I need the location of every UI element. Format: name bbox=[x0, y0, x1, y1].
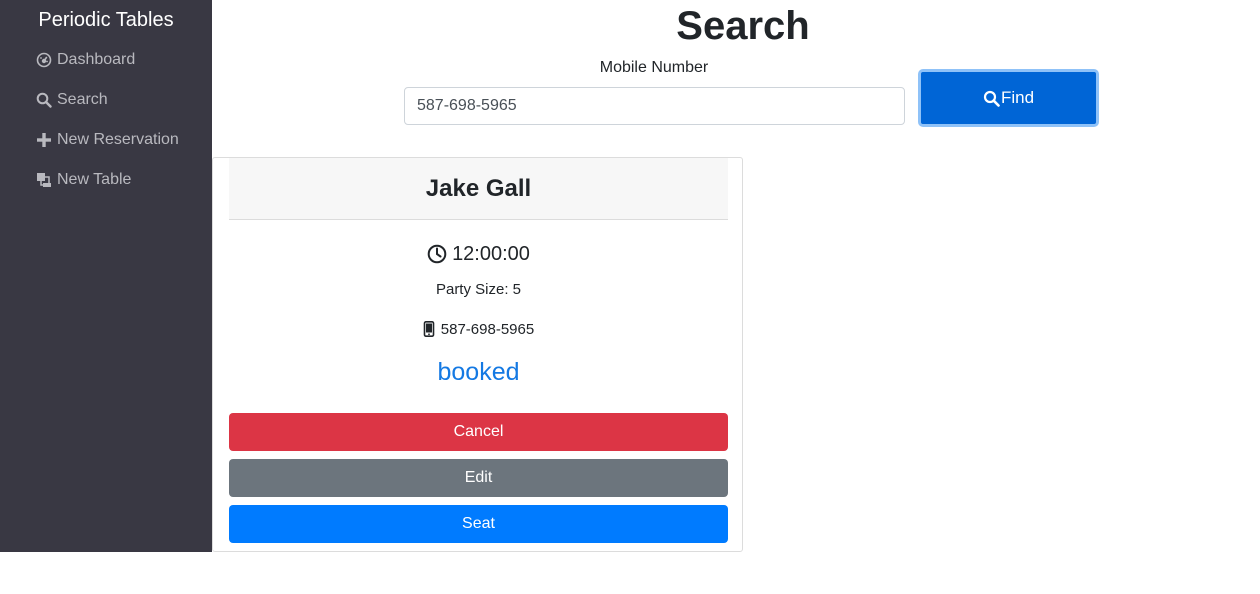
find-button[interactable]: Find bbox=[918, 69, 1099, 127]
sidebar: Periodic Tables Dashboard Search New Res… bbox=[0, 0, 212, 552]
cancel-button[interactable]: Cancel bbox=[229, 413, 728, 451]
edit-button[interactable]: Edit bbox=[229, 459, 728, 497]
sidebar-item-new-reservation[interactable]: New Reservation bbox=[36, 129, 179, 151]
reservation-card: Jake Gall 12:00:00 Party Size: 5 587-698… bbox=[212, 157, 743, 552]
page-title: Search bbox=[676, 4, 810, 48]
mobile-number-input[interactable] bbox=[404, 87, 905, 125]
party-size: Party Size: 5 bbox=[435, 280, 522, 298]
reservation-status: booked bbox=[437, 357, 520, 386]
dashboard-icon bbox=[36, 52, 52, 68]
sidebar-item-search[interactable]: Search bbox=[36, 89, 108, 111]
table-icon bbox=[36, 172, 52, 188]
app-brand[interactable]: Periodic Tables bbox=[0, 8, 212, 32]
sidebar-item-label: New Reservation bbox=[57, 131, 179, 148]
reservation-time: 12:00:00 bbox=[229, 240, 728, 268]
sidebar-item-label: New Table bbox=[57, 171, 132, 188]
reservation-time-value: 12:00:00 bbox=[452, 242, 530, 265]
plus-icon bbox=[36, 132, 52, 148]
search-icon bbox=[983, 90, 1000, 107]
search-icon bbox=[36, 92, 52, 108]
reservation-name: Jake Gall bbox=[425, 174, 532, 202]
reservation-phone-value: 587-698-5965 bbox=[440, 320, 535, 338]
mobile-phone-icon bbox=[423, 321, 435, 337]
sidebar-item-dashboard[interactable]: Dashboard bbox=[36, 49, 135, 71]
mobile-number-label: Mobile Number bbox=[599, 59, 709, 76]
clock-icon bbox=[427, 244, 447, 264]
reservation-phone: 587-698-5965 bbox=[229, 319, 728, 339]
sidebar-item-new-table[interactable]: New Table bbox=[36, 169, 131, 191]
find-button-label: Find bbox=[1000, 88, 1035, 107]
sidebar-item-label: Dashboard bbox=[57, 51, 136, 68]
seat-button[interactable]: Seat bbox=[229, 505, 728, 543]
reservation-card-header: Jake Gall bbox=[229, 158, 728, 220]
sidebar-item-label: Search bbox=[57, 91, 108, 108]
